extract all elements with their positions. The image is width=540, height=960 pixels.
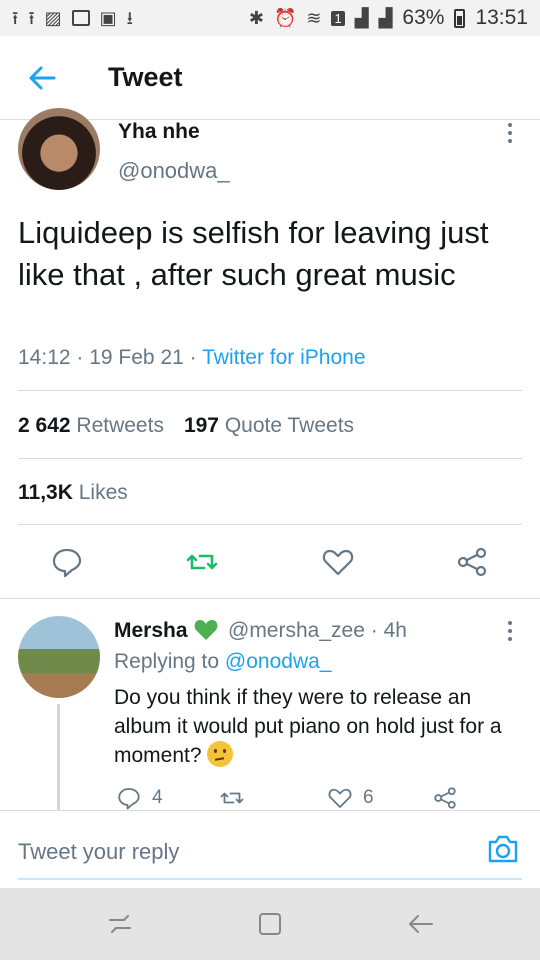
reply-retweet-button[interactable] [218,786,246,810]
reply-count: 4 [152,787,163,808]
thinking-emoji [207,741,234,767]
tweet-actions [0,546,540,582]
reply-age: 4h [383,619,407,642]
reply-author-name[interactable]: Mersha [114,619,188,643]
reply-actions: 4 6 [0,786,540,812]
reply-text-block: Do you think if they were to release an … [114,683,528,770]
reply-icon[interactable] [51,546,83,578]
replying-to-link[interactable]: @onodwa_ [225,650,332,673]
tweet-date: 19 Feb 21 [89,346,184,369]
clock: 13:51 [475,6,528,29]
retweets-label: Retweets [76,414,164,437]
nav-recent-icon[interactable] [106,910,134,938]
retweets-count: 2 642 [18,414,71,437]
author-avatar[interactable] [18,108,100,190]
divider [18,524,522,525]
unknown-app-icon [71,10,90,26]
reply-author-handle: @mersha_zee [228,619,365,642]
like-count: 6 [363,787,374,808]
tweet-source-link[interactable]: Twitter for iPhone [202,346,365,369]
gallery-icon: ▨ [44,8,62,28]
system-nav-bar [0,888,540,960]
battery-percent: 63% [402,6,445,29]
camera-icon[interactable] [487,834,519,864]
quote-label: Quote Tweets [224,414,355,437]
retweet-icon [220,792,244,804]
image-icon: ▣ [99,8,117,28]
tweet-time: 14:12 [18,346,71,369]
reply-icon [118,788,140,810]
bluetooth-icon: ✱ [248,8,264,28]
replying-prefix: Replying to [114,650,220,673]
retweets-stat[interactable]: 2 642 Retweets [18,414,164,438]
sim-badge: 1 [331,10,345,26]
reply-input[interactable]: Tweet your reply [18,839,179,865]
top-app-bar: Tweet [0,36,540,120]
tweet-stats-row: 2 642 Retweets 197 Quote Tweets [18,414,354,438]
green-heart-icon [194,620,218,640]
nav-home-icon[interactable] [256,910,284,938]
reply-text: Do you think if they were to release an … [114,686,502,767]
likes-count: 11,3K [18,481,73,504]
likes-row: 11,3K Likes [18,481,128,505]
reply-compose-bar: Tweet your reply [0,810,540,888]
reply-handle-and-age[interactable]: @mersha_zee · 4h [228,619,407,643]
tweet-meta: 14:12 · 19 Feb 21 · Twitter for iPhone [18,346,366,369]
reply-input-underline [18,878,522,880]
replying-to: Replying to @onodwa_ [114,650,331,674]
alarm-icon: ⏰ [273,8,297,28]
author-handle[interactable]: @onodwa_ [118,158,230,184]
likes-label: Likes [78,481,128,504]
more-vertical-icon[interactable] [500,122,520,144]
like-icon[interactable] [322,546,354,578]
share-icon[interactable] [456,546,488,578]
back-arrow-icon[interactable] [28,64,56,92]
upload-icon: ⭱ [12,8,19,28]
divider [18,390,522,391]
section-divider [0,598,540,599]
upload-icon: ⭱ [28,8,35,28]
download-icon: ⭳ [126,8,133,28]
page-title: Tweet [108,62,183,92]
signal-icon: ▟ [354,8,369,28]
reply-share-button[interactable] [432,786,458,810]
retweet-icon[interactable] [186,546,218,578]
likes-stat[interactable]: 11,3K Likes [18,481,128,505]
reply-like-button[interactable]: 6 [327,786,374,810]
more-vertical-icon[interactable] [500,620,520,642]
share-icon [434,787,456,809]
divider [18,458,522,459]
reply-reply-button[interactable]: 4 [116,786,163,810]
like-icon [328,788,352,808]
author-name[interactable]: Yha nhe [118,120,200,144]
tweet-text: Liquideep is selfish for leaving just li… [18,215,489,292]
quote-tweets-stat[interactable]: 197 Quote Tweets [184,414,354,438]
status-system: ✱ ⏰ ≋ 1 ▟ ▟ 63% 13:51 [249,6,528,30]
status-notifications: ⭱ ⭱ ▨ ▣ ⭳ [12,9,133,27]
battery-icon [454,8,466,28]
signal-icon: ▟ [378,8,393,28]
quote-count: 197 [183,414,219,437]
status-bar: ⭱ ⭱ ▨ ▣ ⭳ ✱ ⏰ ≋ 1 ▟ ▟ 63% 13:51 [0,0,540,36]
wifi-icon: ≋ [306,8,322,28]
nav-back-icon[interactable] [406,910,434,938]
reply-author-avatar[interactable] [18,616,100,698]
